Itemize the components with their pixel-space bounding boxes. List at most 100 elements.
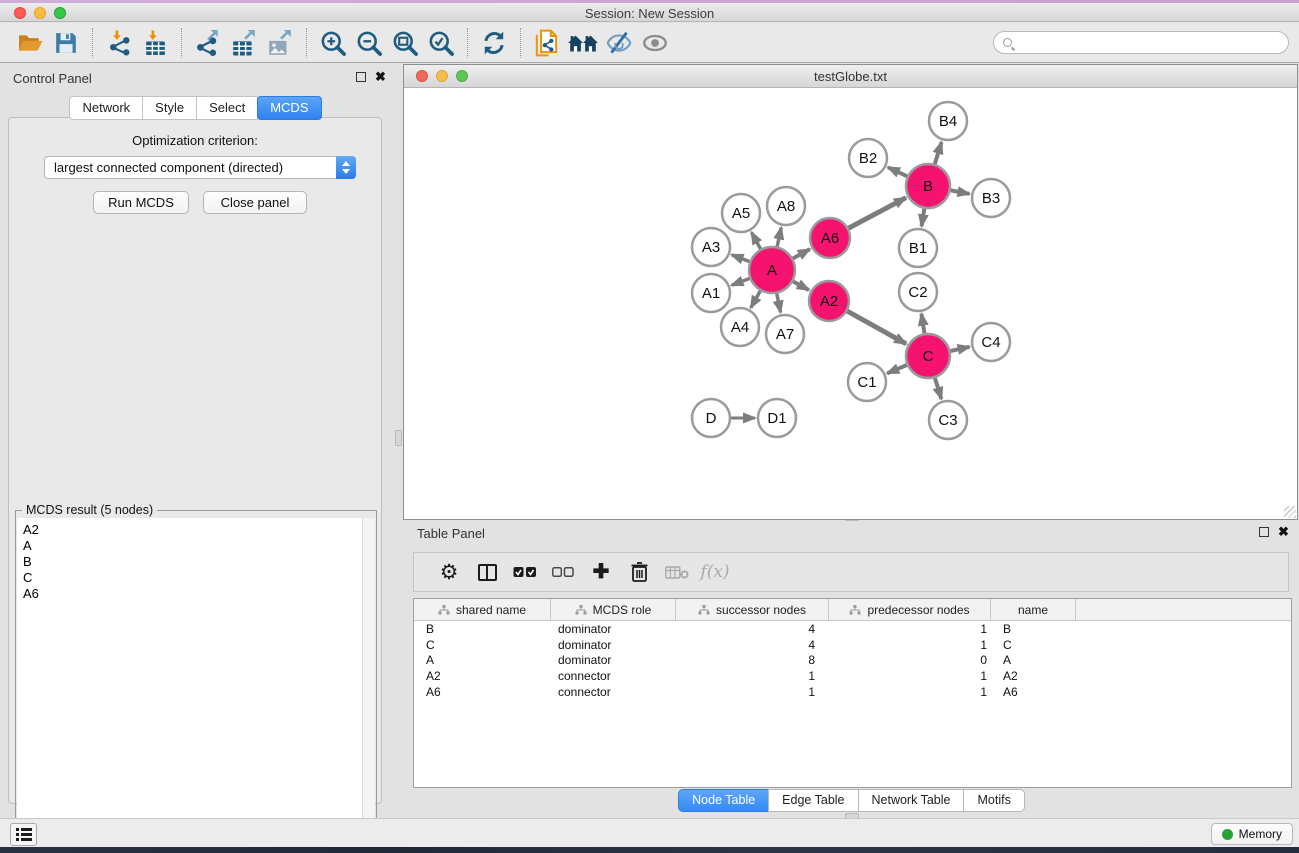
graph-node-B3[interactable]: B3 [972, 179, 1010, 217]
table-row[interactable]: Bdominator41B [414, 622, 1291, 638]
column-header-predecessor-nodes[interactable]: predecessor nodes [829, 599, 991, 621]
export-table-button[interactable] [226, 26, 262, 60]
run-mcds-button[interactable]: Run MCDS [93, 191, 189, 214]
network-graph-canvas[interactable]: A5A8 A3 A1A4 A7 B2 B4 B3 B1 C2 C4 C1 C3 D D1 A6 A2 A B C [404, 88, 1297, 519]
zoom-fit-button[interactable] [387, 26, 423, 60]
resize-handle[interactable] [1284, 506, 1296, 518]
import-network-button[interactable] [101, 26, 137, 60]
column-browser-icon [478, 564, 497, 581]
tab-network-table[interactable]: Network Table [858, 789, 965, 812]
tab-edge-table[interactable]: Edge Table [768, 789, 858, 812]
export-network-button[interactable] [190, 26, 226, 60]
graph-node-A4[interactable]: A4 [721, 308, 759, 346]
table-row[interactable]: Adominator80A [414, 653, 1291, 669]
zoom-selected-button[interactable] [423, 26, 459, 60]
column-header-shared-name[interactable]: shared name [414, 599, 551, 621]
main-toolbar [0, 23, 1299, 63]
tab-network[interactable]: Network [69, 96, 143, 120]
network-view-window: testGlobe.txt A5A8 A3 A1A4 A7 B2 B4 B3 B1 C2 C4 C1… [403, 64, 1298, 520]
node-table[interactable]: shared nameMCDS rolesuccessor nodesprede… [413, 598, 1292, 788]
cell: C [414, 638, 551, 654]
table-body: Bdominator41BCdominator41CAdominator80AA… [414, 622, 1291, 787]
search-field[interactable] [993, 31, 1289, 54]
graph-node-A1[interactable]: A1 [692, 274, 730, 312]
column-header-name[interactable]: name [991, 599, 1076, 621]
open-file-button[interactable] [12, 26, 48, 60]
tab-mcds[interactable]: MCDS [257, 96, 321, 120]
zoom-out-icon [355, 29, 383, 57]
graph-node-B4[interactable]: B4 [929, 102, 967, 140]
result-item[interactable]: C [17, 570, 375, 586]
column-header-MCDS-role[interactable]: MCDS role [551, 599, 676, 621]
search-input[interactable] [1018, 33, 1280, 52]
delete-table-icon [665, 565, 689, 580]
table-row[interactable]: A6connector11A6 [414, 685, 1291, 701]
graph-node-A5[interactable]: A5 [722, 194, 760, 232]
graph-node-A6[interactable]: A6 [810, 218, 850, 258]
float-panel-icon[interactable] [1259, 527, 1269, 537]
svg-text:C4: C4 [981, 334, 1000, 351]
graph-node-C1[interactable]: C1 [848, 363, 886, 401]
result-item[interactable]: B [17, 554, 375, 570]
table-settings-button[interactable]: ⚙ [430, 555, 468, 589]
graph-node-A7[interactable]: A7 [766, 315, 804, 353]
close-panel-button[interactable]: Close panel [203, 191, 307, 214]
close-panel-icon[interactable]: ✖ [1278, 527, 1289, 537]
delete-column-button[interactable] [620, 555, 658, 589]
export-image-button[interactable] [262, 26, 298, 60]
criterion-value: largest connected component (directed) [45, 160, 336, 175]
graph-node-C2[interactable]: C2 [899, 273, 937, 311]
delete-table-button [658, 555, 696, 589]
column-browser-button[interactable] [468, 555, 506, 589]
graph-node-C[interactable]: C [906, 334, 950, 378]
cell: connector [551, 685, 676, 701]
column-header-successor-nodes[interactable]: successor nodes [676, 599, 829, 621]
graph-node-A2[interactable]: A2 [809, 281, 849, 321]
network-window-titlebar[interactable]: testGlobe.txt [404, 65, 1297, 88]
save-session-button[interactable] [48, 26, 84, 60]
zoom-out-button[interactable] [351, 26, 387, 60]
graph-node-D1[interactable]: D1 [758, 399, 796, 437]
tab-motifs[interactable]: Motifs [963, 789, 1024, 812]
tab-style[interactable]: Style [142, 96, 197, 120]
graph-node-A8[interactable]: A8 [767, 187, 805, 225]
add-column-button[interactable]: ✚ [582, 555, 620, 589]
result-item[interactable]: A2 [17, 522, 375, 538]
table-row[interactable]: Cdominator41C [414, 638, 1291, 654]
memory-button[interactable]: Memory [1211, 823, 1293, 845]
result-scrollbar[interactable] [362, 518, 375, 853]
home-button[interactable] [565, 26, 601, 60]
result-item[interactable]: A [17, 538, 375, 554]
mcds-result-list[interactable]: A2ABCA6 [17, 518, 375, 853]
graph-node-C3[interactable]: C3 [929, 401, 967, 439]
import-table-button[interactable] [137, 26, 173, 60]
select-all-button[interactable] [506, 555, 544, 589]
table-row[interactable]: A2connector11A2 [414, 669, 1291, 685]
tab-select[interactable]: Select [196, 96, 258, 120]
float-panel-icon[interactable] [356, 72, 366, 82]
graph-node-B1[interactable]: B1 [899, 229, 937, 267]
zoom-fit-icon [391, 29, 419, 57]
tab-node-table[interactable]: Node Table [678, 789, 769, 812]
graph-node-B[interactable]: B [906, 164, 950, 208]
graph-node-A3[interactable]: A3 [692, 228, 730, 266]
graph-node-B2[interactable]: B2 [849, 139, 887, 177]
unselect-all-button[interactable] [544, 555, 582, 589]
graph-node-D[interactable]: D [692, 399, 730, 437]
close-panel-icon[interactable]: ✖ [375, 72, 386, 82]
zoom-in-button[interactable] [315, 26, 351, 60]
svg-text:A7: A7 [776, 326, 794, 343]
task-history-button[interactable] [10, 823, 37, 846]
cell: dominator [551, 622, 676, 638]
import-table-icon [143, 30, 168, 56]
result-item[interactable]: A6 [17, 586, 375, 602]
graph-node-A[interactable]: A [749, 247, 795, 293]
criterion-select[interactable]: largest connected component (directed) [44, 156, 356, 179]
refresh-button[interactable] [476, 26, 512, 60]
hide-graphics-details-button[interactable] [601, 26, 637, 60]
vertical-splitter-grip[interactable] [395, 430, 402, 446]
graph-node-C4[interactable]: C4 [972, 323, 1010, 361]
birds-eye-view-button[interactable] [637, 26, 673, 60]
new-network-from-selection-button[interactable] [529, 26, 565, 60]
svg-text:B: B [923, 178, 933, 195]
